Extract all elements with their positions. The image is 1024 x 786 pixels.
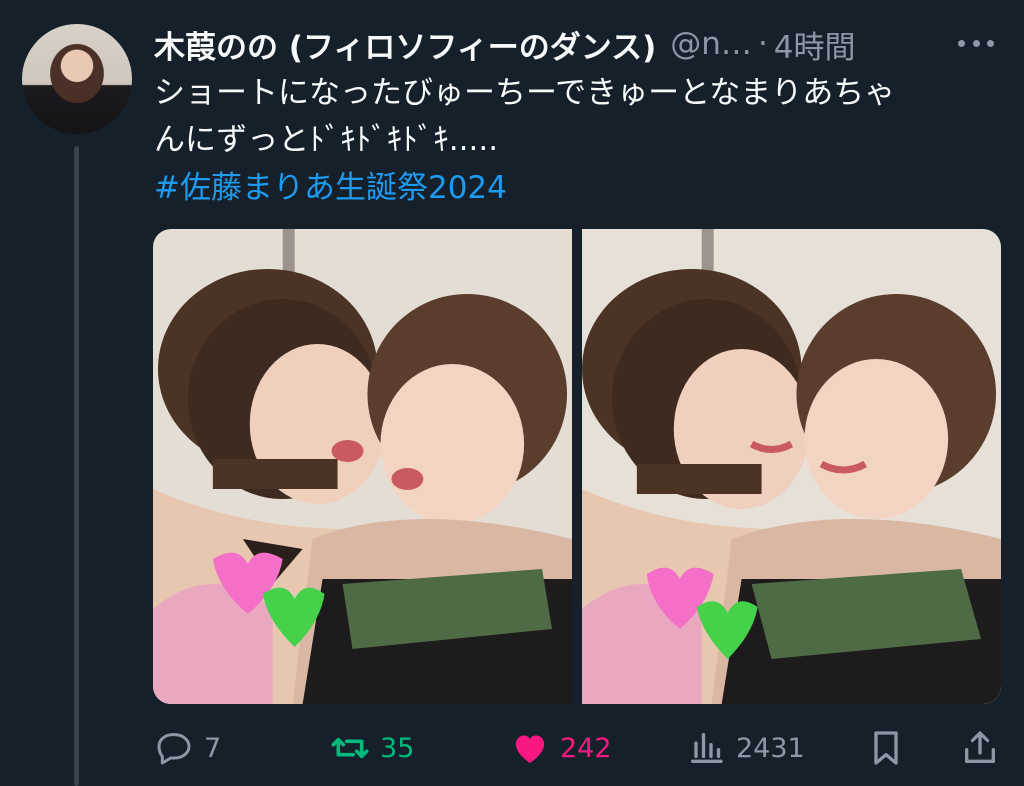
tweet-text-line-2: んにずっとﾄﾞｷﾄﾞｷﾄﾞｷ..... — [154, 122, 499, 158]
avatar[interactable] — [22, 24, 132, 134]
like-button[interactable]: 242 — [510, 722, 612, 774]
retweet-button[interactable]: 35 — [330, 722, 414, 774]
bookmark-button[interactable] — [866, 722, 906, 774]
more-icon[interactable] — [958, 36, 994, 50]
reply-icon — [157, 733, 191, 765]
thread-line — [74, 146, 79, 786]
retweet-icon — [331, 737, 369, 759]
action-bar: 7 35 242 2431 — [154, 722, 1006, 774]
views-button[interactable]: 2431 — [686, 722, 805, 774]
tweet-text: ショートになったびゅーちーできゅーとなまりあちゃ んにずっとﾄﾞｷﾄﾞｷﾄﾞｷ.… — [154, 70, 1004, 164]
like-icon — [515, 735, 545, 763]
hashtag-link[interactable]: #佐藤まりあ生誕祭2024 — [154, 165, 507, 212]
like-count: 242 — [560, 732, 612, 764]
views-icon — [691, 733, 723, 763]
photo-2[interactable] — [582, 229, 1001, 704]
author-name[interactable]: 木葭のの (フィロソフィーのダンス) — [154, 22, 656, 67]
reply-button[interactable]: 7 — [154, 722, 221, 774]
tweet-time[interactable]: 4時間 — [774, 22, 856, 67]
author-handle[interactable]: @n… — [670, 26, 752, 62]
share-button[interactable] — [960, 722, 1000, 774]
tweet-header: 木葭のの (フィロソフィーのダンス) @n… · 4時間 — [154, 22, 1004, 67]
share-icon — [965, 731, 995, 763]
tweet-text-line-1: ショートになったびゅーちーできゅーとなまりあちゃ — [154, 75, 896, 111]
photo-1[interactable] — [153, 229, 572, 704]
media-grid — [153, 229, 1001, 704]
separator-dot: · — [757, 26, 768, 62]
bookmark-icon — [874, 731, 898, 765]
reply-count: 7 — [204, 732, 222, 764]
retweet-count: 35 — [380, 732, 415, 764]
views-count: 2431 — [736, 732, 805, 764]
